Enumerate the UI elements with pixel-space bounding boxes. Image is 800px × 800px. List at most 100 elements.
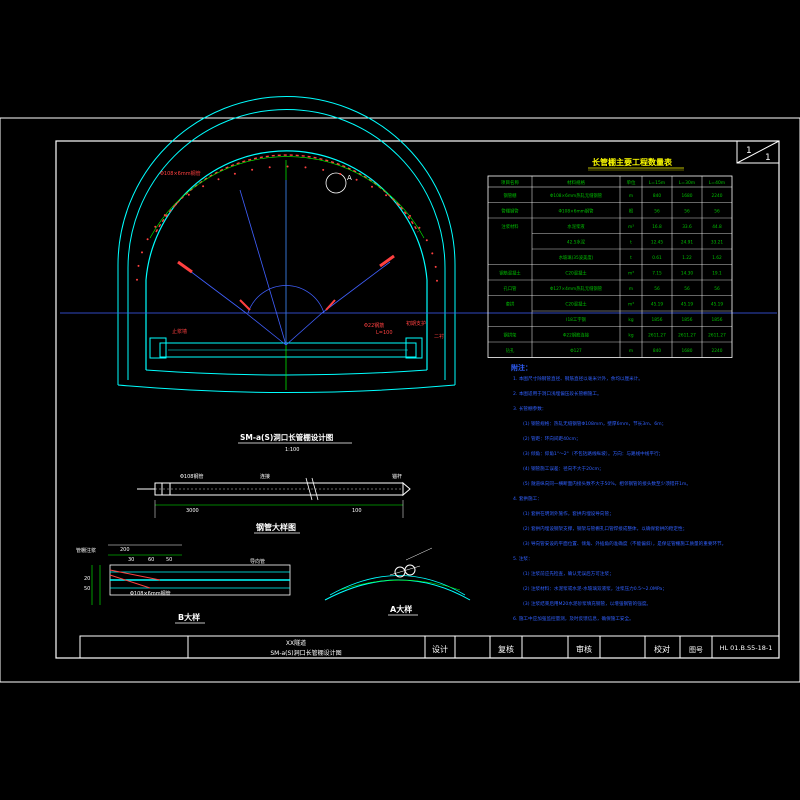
sheet-number: 1 xyxy=(746,146,752,156)
table-cell: Φ127 xyxy=(570,348,582,354)
table-cell: 56 xyxy=(684,208,690,214)
table-cell: 根 xyxy=(629,207,634,214)
detail-b-title: B大样 xyxy=(178,612,200,622)
design-label: 设计 xyxy=(432,644,448,654)
pipe-shed-point xyxy=(175,203,177,206)
outer-invert xyxy=(117,384,456,393)
label-lining: 二衬 xyxy=(434,333,444,340)
table-cell: 840 xyxy=(653,348,661,354)
detail-b: 200 30 60 50 20 50 管棚注浆 Φ108×6mm钢管 导向管 xyxy=(76,544,291,605)
pipe-shed-point xyxy=(397,204,400,206)
cad-drawing: 1 1 A Φ108×6mm钢管 止浆墙 Φ22钢筋 初期支护 二衬 L=100… xyxy=(0,96,800,683)
drawing-no: HL 01.B.S5-18-1 xyxy=(720,644,773,652)
detail-a-marker xyxy=(325,172,347,194)
table-cell: 2240 xyxy=(712,193,723,199)
steel-pipe-title: 钢管大样图 xyxy=(256,522,296,532)
pipe-shed-outer-line xyxy=(149,156,425,239)
note-line: (2) 套拱内埋设钢架支撑，钢架与管棚孔口管焊接成整体，以确保套拱的稳定性； xyxy=(523,525,687,532)
table-cell: 56 xyxy=(684,286,690,292)
label-pipe: Φ108×6mm钢管 xyxy=(160,170,201,177)
table-cell: m³ xyxy=(628,301,634,307)
sheet-counter: 1 1 xyxy=(736,140,780,164)
table-cell: m xyxy=(629,349,633,354)
b-label-3: 导向管 xyxy=(250,558,265,565)
note-line: (1) 注浆前应先检查，确认无误后方可注浆； xyxy=(523,570,614,577)
pipe-shed-point xyxy=(154,225,157,228)
table-cell: m³ xyxy=(628,270,634,276)
right-ditch xyxy=(405,337,423,359)
table-cell: 33.21 xyxy=(711,239,724,245)
pipe-shed-point xyxy=(425,239,428,242)
table-cell: 1856 xyxy=(682,317,693,323)
project-name: XX隧道 xyxy=(286,639,306,647)
pipe-shed-point xyxy=(146,238,149,241)
note-line: 1. 本图尺寸除钢管直径、钢筋直径以毫米计外，余均以厘米计。 xyxy=(513,375,643,382)
pipe-shed-point xyxy=(187,193,190,196)
drawing-name: SM-a(S)洞口长管棚设计图 xyxy=(270,649,341,657)
table-cell: t xyxy=(630,255,632,261)
radius-right xyxy=(321,261,391,314)
detail-a xyxy=(324,547,471,601)
drawing-no-label: 图号 xyxy=(689,646,703,654)
table-cell: 33.6 xyxy=(682,224,692,230)
table-cell: 钢筋混凝土 xyxy=(499,269,521,276)
table-cell: 1.22 xyxy=(682,255,692,261)
table-header-cell: 项目名称 xyxy=(501,179,519,186)
b-dim-4: 50 xyxy=(166,557,172,563)
section-title: SM-a(S)洞口长管棚设计图 xyxy=(240,432,334,442)
pipe-shed-point xyxy=(385,194,388,197)
pipe-shed-point xyxy=(202,185,205,188)
review-label: 复核 xyxy=(498,644,514,654)
section-scale: 1:100 xyxy=(285,447,299,453)
note-line: (5) 隧道纵向同一横断面内接头数不大于50%，相邻钢管的接头数至少须错开1m。 xyxy=(523,480,691,487)
note-line: (3) 倾角：仰角1°～2°（不包括路线纵坡）。方向：与路线中线平行； xyxy=(523,450,663,457)
table-cell: 42.5水泥 xyxy=(567,238,586,245)
table-cell: 钻孔 xyxy=(506,347,515,354)
table-cell: C20混凝土 xyxy=(565,300,587,307)
table-cell: 孔口管 xyxy=(504,285,518,292)
pipe-shed-point xyxy=(286,165,289,168)
table-title: 长管棚主要工程数量表 xyxy=(592,157,673,167)
table-cell: 2611.27 xyxy=(648,332,666,338)
table-cell: 56 xyxy=(714,286,720,292)
label-stop-wall: 止浆墙 xyxy=(172,328,187,335)
pipe-label-2: 连接 xyxy=(260,473,270,480)
table-cell: 45.19 xyxy=(711,301,724,307)
note-line: (1) 钢管规格：热轧无缝钢管Φ108mm，壁厚6mm，节长3m、6m； xyxy=(523,420,666,427)
b-dim-5: 20 xyxy=(84,576,90,582)
note-line: (3) 导向管安设的平面位置、倾角、外插角的准确度（不能偏斜），是保证管棚施工质… xyxy=(523,540,726,547)
table-header-cell: L=30m xyxy=(679,180,695,186)
left-ditch xyxy=(149,337,167,359)
pipe-shed-point xyxy=(418,226,421,229)
table-cell: m xyxy=(629,194,633,199)
table-cell: 7.15 xyxy=(652,270,662,276)
table-cell: t xyxy=(630,239,632,245)
pipe-shed-point xyxy=(322,168,325,171)
inner-lining xyxy=(145,150,428,370)
table-cell: 14.30 xyxy=(681,270,694,276)
table-cell: 16.8 xyxy=(652,224,662,230)
table-cell: 注浆材料 xyxy=(501,223,519,230)
table-cell: 2611.27 xyxy=(708,332,726,338)
table-header-cell: L=15m xyxy=(649,180,665,186)
table-cell: 1.62 xyxy=(712,255,722,261)
table-cell: 套拱 xyxy=(506,300,515,307)
table-cell: I18工字钢 xyxy=(566,316,586,323)
sheet-total: 1 xyxy=(765,153,771,163)
pipe-label-3: 锚杆 xyxy=(392,473,402,480)
pipe-shed-point xyxy=(371,185,373,188)
pipe-shed-point xyxy=(304,166,307,169)
b-label-1: 管棚注浆 xyxy=(76,547,96,554)
approve-label: 审核 xyxy=(576,644,592,654)
table-cell: m³ xyxy=(628,224,634,230)
table-cell: Φ108×6mm钢管 xyxy=(559,207,595,214)
table-cell: 0.61 xyxy=(652,255,662,261)
table-cell: 1856 xyxy=(652,317,663,323)
outer-lining xyxy=(117,96,456,385)
pipe-shed-point xyxy=(431,252,434,255)
b-dim-6: 50 xyxy=(84,586,90,592)
pipe-label-1: Φ108钢管 xyxy=(180,473,203,480)
pipe-shed-point xyxy=(233,172,236,175)
table-cell: kg xyxy=(628,317,633,323)
note-line: 6. 施工中应加强监控量测，及时反馈信息，确保施工安全。 xyxy=(513,615,634,622)
